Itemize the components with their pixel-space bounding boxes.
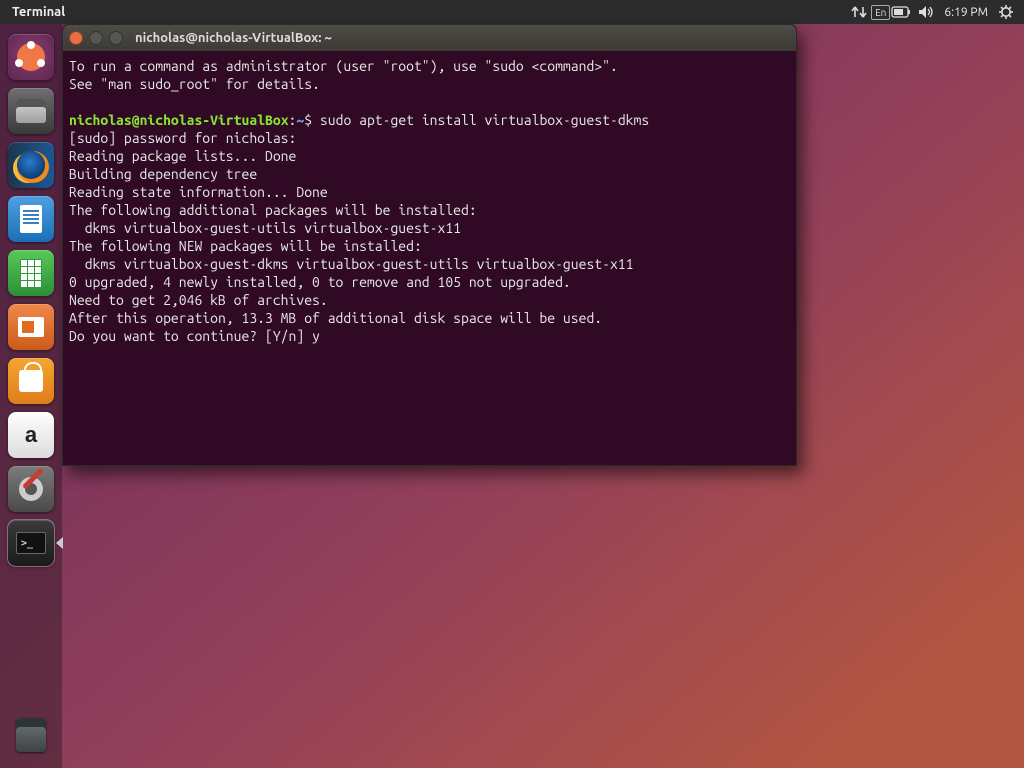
terminal-window: nicholas@nicholas-VirtualBox: ~ To run a… xyxy=(62,24,797,466)
window-maximize-button[interactable] xyxy=(109,31,123,45)
active-app-arrow-icon xyxy=(56,537,63,549)
network-indicator-icon[interactable] xyxy=(847,0,871,24)
active-app-name: Terminal xyxy=(6,5,65,19)
launcher-item-files[interactable] xyxy=(6,86,56,136)
launcher-item-calc[interactable] xyxy=(6,248,56,298)
launcher-item-amazon[interactable]: a xyxy=(6,410,56,460)
battery-indicator-icon[interactable] xyxy=(890,0,914,24)
window-minimize-button[interactable] xyxy=(89,31,103,45)
launcher: a >_ xyxy=(0,24,62,768)
shopping-bag-icon xyxy=(19,370,43,392)
impress-icon xyxy=(18,317,44,337)
files-icon xyxy=(16,99,46,123)
firefox-icon xyxy=(17,151,45,179)
terminal-output[interactable]: To run a command as administrator (user … xyxy=(63,51,796,465)
ubuntu-logo-icon xyxy=(17,43,45,71)
window-close-button[interactable] xyxy=(69,31,83,45)
launcher-item-impress[interactable] xyxy=(6,302,56,352)
system-menu-icon[interactable] xyxy=(994,0,1018,24)
launcher-item-settings[interactable] xyxy=(6,464,56,514)
terminal-icon: >_ xyxy=(16,532,46,554)
launcher-item-software[interactable] xyxy=(6,356,56,406)
window-titlebar[interactable]: nicholas@nicholas-VirtualBox: ~ xyxy=(63,25,796,51)
amazon-icon: a xyxy=(25,422,37,448)
launcher-item-terminal[interactable]: >_ xyxy=(6,518,56,568)
launcher-item-dash[interactable] xyxy=(6,32,56,82)
launcher-item-firefox[interactable] xyxy=(6,140,56,190)
launcher-item-trash[interactable] xyxy=(8,712,54,758)
window-title: nicholas@nicholas-VirtualBox: ~ xyxy=(129,31,790,45)
calc-icon xyxy=(20,259,42,287)
launcher-item-writer[interactable] xyxy=(6,194,56,244)
input-source-indicator[interactable]: En xyxy=(871,5,890,20)
writer-icon xyxy=(20,205,42,233)
trash-icon xyxy=(16,718,46,752)
menu-bar: Terminal En 6:19 PM xyxy=(0,0,1024,24)
sound-indicator-icon[interactable] xyxy=(914,0,938,24)
clock[interactable]: 6:19 PM xyxy=(938,6,994,19)
